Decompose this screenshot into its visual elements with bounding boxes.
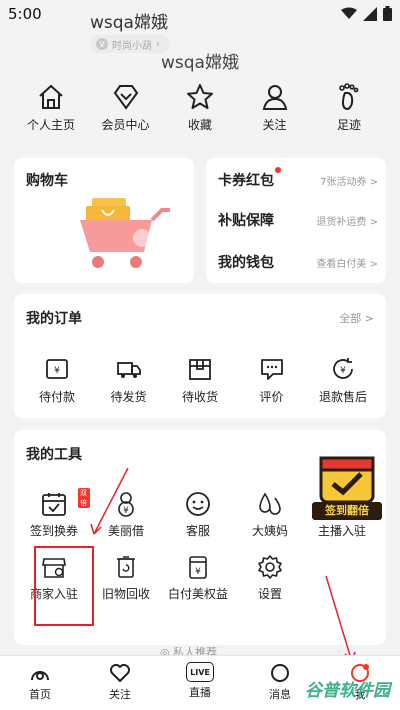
flower-yen-icon: ¥ bbox=[118, 492, 134, 517]
svg-text:¥: ¥ bbox=[123, 506, 129, 516]
tool-baifumei-benefits[interactable]: ¥ 白付美权益 bbox=[162, 553, 234, 602]
order-status-row: ¥ 待付款 待发货 待收货 评价 ¥ 退款售后 bbox=[22, 356, 378, 405]
benefits-card: 卡券红包 7张活动券 > 补贴保障 退货补运费 > 我的钱包 查看白付美 > bbox=[206, 158, 386, 283]
nav-label: 关注 bbox=[109, 688, 131, 701]
footprint-icon bbox=[339, 83, 359, 111]
quick-link-label: 会员中心 bbox=[101, 118, 150, 132]
recycle-icon bbox=[117, 556, 135, 578]
tool-beauty-loan[interactable]: ¥ 美丽借 bbox=[90, 490, 162, 539]
quick-links: 个人主页 会员中心 收藏 关注 足迹 bbox=[14, 82, 386, 142]
tool-settings[interactable]: 设置 bbox=[234, 553, 306, 602]
username: wsqa嫦娥 bbox=[90, 13, 168, 33]
tool-period-tracker[interactable]: 大姨妈 bbox=[234, 490, 306, 539]
quick-link-favorites[interactable]: 收藏 bbox=[163, 82, 237, 142]
cart-title: 购物车 bbox=[26, 173, 68, 189]
watermark: 谷普软件园 bbox=[305, 681, 390, 701]
nav-follow[interactable]: 关注 bbox=[80, 656, 160, 710]
calendar-promo-icon bbox=[319, 456, 375, 504]
refund-icon: ¥ bbox=[333, 358, 353, 379]
wallet-detail: 查看白付美 > bbox=[316, 258, 378, 270]
order-refund[interactable]: ¥ 退款售后 bbox=[308, 356, 378, 405]
tool-label: 大姨妈 bbox=[251, 524, 288, 538]
signin-promo[interactable]: 签到翻倍 bbox=[312, 450, 382, 522]
orders-all-link[interactable]: 全部 > bbox=[339, 310, 374, 326]
wallet-label: 我的钱包 bbox=[218, 255, 274, 271]
quick-link-label: 足迹 bbox=[336, 118, 361, 132]
order-label: 评价 bbox=[259, 390, 284, 404]
yen-card-icon: ¥ bbox=[189, 556, 207, 579]
gear-icon bbox=[258, 555, 282, 579]
tool-label: 旧物回收 bbox=[101, 587, 150, 601]
tool-label: 签到换券 bbox=[29, 524, 78, 538]
order-label: 待收货 bbox=[181, 390, 218, 404]
quick-link-home[interactable]: 个人主页 bbox=[14, 82, 88, 142]
quick-link-label: 个人主页 bbox=[26, 118, 75, 132]
quick-link-history[interactable]: 足迹 bbox=[312, 82, 386, 142]
wallet-row[interactable]: 我的钱包 查看白付美 > bbox=[218, 252, 378, 272]
order-review[interactable]: 评价 bbox=[237, 356, 307, 405]
quick-link-label: 关注 bbox=[262, 118, 287, 132]
order-pending-payment[interactable]: ¥ 待付款 bbox=[22, 356, 92, 405]
truck-icon bbox=[116, 362, 141, 378]
order-label: 待付款 bbox=[38, 390, 75, 404]
tool-checkin[interactable]: 双倍 签到换券 bbox=[18, 488, 90, 539]
subsidy-detail: 退货补运费 > bbox=[316, 216, 378, 228]
coupons-row[interactable]: 卡券红包 7张活动券 > bbox=[218, 167, 378, 190]
comment-icon bbox=[260, 359, 283, 380]
nav-home[interactable]: 首页 bbox=[0, 656, 80, 710]
order-pending-shipment[interactable]: 待发货 bbox=[94, 356, 164, 405]
svg-text:¥: ¥ bbox=[54, 366, 60, 376]
quick-link-label: 收藏 bbox=[187, 118, 212, 132]
live-icon: LIVE bbox=[186, 662, 214, 682]
subsidy-label: 补贴保障 bbox=[218, 213, 274, 229]
profile-header: wsqa嫦娥 V 时尚小葫 › wsqa嫦娥 bbox=[0, 0, 400, 80]
tool-label: 主播入驻 bbox=[317, 524, 366, 538]
message-icon bbox=[271, 664, 289, 682]
svg-text:¥: ¥ bbox=[195, 567, 201, 577]
shopping-cart-icon bbox=[80, 198, 170, 268]
notification-dot bbox=[275, 167, 281, 173]
coupons-label: 卡券红包 bbox=[218, 167, 281, 190]
subsidy-row[interactable]: 补贴保障 退货补运费 > bbox=[218, 210, 378, 230]
nav-label: 消息 bbox=[269, 688, 291, 701]
order-label: 待发货 bbox=[110, 390, 147, 404]
home-nav-icon bbox=[31, 671, 49, 681]
nav-label: 首页 bbox=[29, 688, 51, 701]
home-icon bbox=[39, 84, 63, 109]
tool-recycle[interactable]: 旧物回收 bbox=[90, 553, 162, 602]
drops-icon bbox=[259, 492, 281, 515]
quick-link-follow[interactable]: 关注 bbox=[238, 82, 312, 142]
coupons-detail: 7张活动券 > bbox=[320, 176, 378, 188]
tool-label: 设置 bbox=[257, 587, 282, 601]
star-icon bbox=[187, 84, 213, 109]
nav-live[interactable]: LIVE 直播 bbox=[160, 656, 240, 710]
display-name: wsqa嫦娥 bbox=[161, 53, 239, 73]
orders-title: 我的订单 bbox=[26, 311, 82, 327]
tool-label: 白付美权益 bbox=[167, 587, 228, 601]
svg-text:¥: ¥ bbox=[340, 366, 346, 376]
double-badge: 双倍 bbox=[78, 488, 90, 508]
tool-label: 客服 bbox=[185, 524, 210, 538]
highlight-box bbox=[34, 546, 94, 626]
smile-icon bbox=[186, 492, 210, 516]
tools-title: 我的工具 bbox=[26, 447, 82, 463]
heart-icon bbox=[110, 664, 130, 682]
calendar-check-icon bbox=[42, 493, 66, 516]
nav-label: 直播 bbox=[189, 686, 211, 699]
order-label: 退款售后 bbox=[318, 390, 367, 404]
orders-card: 我的订单 全部 > ¥ 待付款 待发货 待收货 评价 ¥ 退款售后 bbox=[14, 294, 386, 418]
signin-promo-label: 签到翻倍 bbox=[312, 502, 382, 520]
order-pending-receipt[interactable]: 待收货 bbox=[165, 356, 235, 405]
quick-link-vip[interactable]: 会员中心 bbox=[89, 82, 163, 142]
wallet-icon: ¥ bbox=[46, 359, 68, 379]
box-icon bbox=[189, 359, 211, 380]
diamond-icon bbox=[113, 85, 138, 110]
cart-card[interactable]: 购物车 bbox=[14, 158, 194, 283]
tool-customer-service[interactable]: 客服 bbox=[162, 490, 234, 539]
tool-label: 美丽借 bbox=[107, 524, 144, 538]
person-icon bbox=[262, 85, 287, 110]
